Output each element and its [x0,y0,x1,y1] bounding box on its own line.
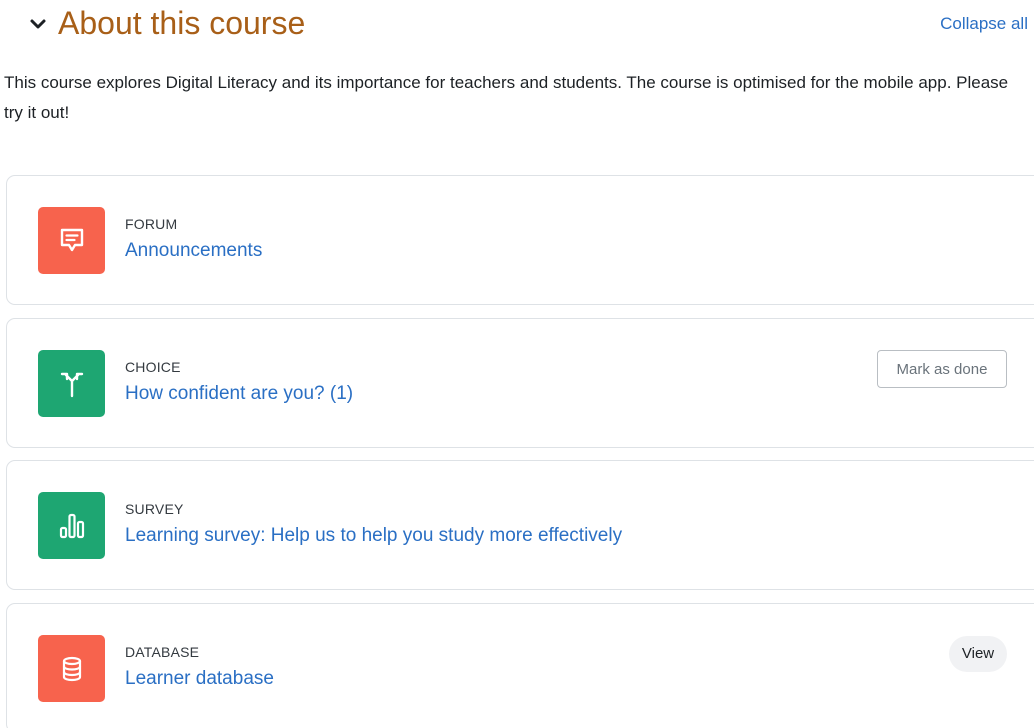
activity-link-learner-database[interactable]: Learner database [125,668,274,690]
activity-type-label: CHOICE [125,359,181,375]
collapse-all-link[interactable]: Collapse all [940,14,1028,34]
activity-type-label: DATABASE [125,644,200,660]
section-title: About this course [58,5,306,41]
survey-icon [38,492,105,559]
activity-item-database: DATABASE Learner database View [6,603,1034,728]
chevron-down-icon[interactable] [24,10,52,38]
activity-type-label: FORUM [125,216,178,232]
activity-item-forum: FORUM Announcements [6,175,1034,305]
activity-item-survey: SURVEY Learning survey: Help us to help … [6,460,1034,590]
activity-item-choice: CHOICE How confident are you? (1) Mark a… [6,318,1034,448]
activity-link-announcements[interactable]: Announcements [125,240,262,262]
view-status-badge[interactable]: View [949,636,1007,672]
database-icon [38,635,105,702]
mark-as-done-button[interactable]: Mark as done [877,350,1007,388]
section-summary: This course explores Digital Literacy an… [4,73,1009,122]
course-page: About this course Collapse all This cour… [0,0,1034,728]
section-header: About this course Collapse all [0,0,1034,48]
forum-icon [38,207,105,274]
activity-link-how-confident[interactable]: How confident are you? (1) [125,383,353,405]
activity-link-learning-survey[interactable]: Learning survey: Help us to help you stu… [125,525,622,547]
choice-icon [38,350,105,417]
activity-type-label: SURVEY [125,501,184,517]
